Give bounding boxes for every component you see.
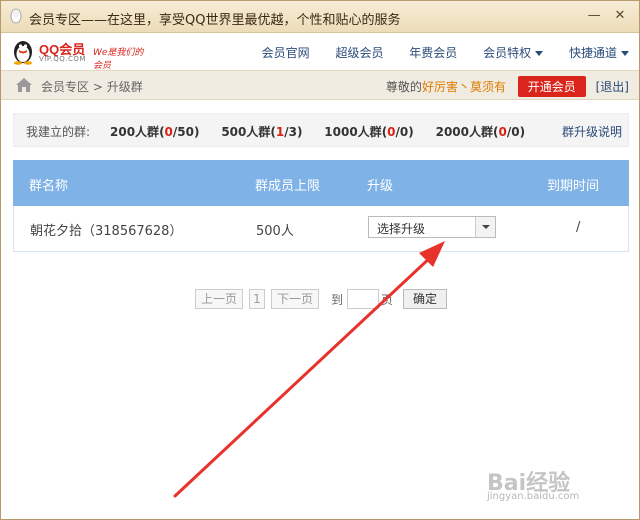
group-quota-1000: 1000人群(0/0) <box>324 125 414 139</box>
group-quota-500: 500人群(1/3) <box>221 125 303 139</box>
breadcrumb-separator: > <box>92 80 103 94</box>
col-header-group-name: 群名称 <box>29 179 69 194</box>
qq-penguin-logo-icon <box>14 41 32 65</box>
home-icon[interactable] <box>15 77 33 93</box>
nav-item-official-site[interactable]: 会员官网 <box>262 44 310 61</box>
summary-label: 我建立的群: <box>26 125 91 139</box>
minimize-button[interactable]: — <box>583 7 605 25</box>
dropdown-button[interactable] <box>475 217 495 237</box>
breadcrumb: 会员专区 > 升级群 <box>41 78 143 95</box>
baidu-jingyan-watermark: Bai经验 jingyan.baidu.com <box>487 461 617 505</box>
brand-slogan: We是我们的会员 <box>93 48 144 71</box>
qq-vip-logo[interactable]: QQ会员 VIP.QQ.COM We是我们的会员 <box>11 36 151 71</box>
qq-penguin-icon <box>10 8 22 24</box>
page-number-current[interactable]: 1 <box>249 289 265 309</box>
member-limit-cell: 500人 <box>256 224 294 239</box>
chevron-down-icon <box>621 51 629 56</box>
breadcrumb-bar: 会员专区 > 升级群 尊敬的好厉害丶莫须有 开通会员 [退出] <box>1 70 639 100</box>
window-controls: — ✕ <box>583 7 631 25</box>
col-header-upgrade: 升级 <box>367 179 394 194</box>
nav-item-super-vip[interactable]: 超级会员 <box>335 44 383 61</box>
open-vip-button[interactable]: 开通会员 <box>517 76 586 97</box>
table-row: 朝花夕拾（318567628） 500人 选择升级 / <box>13 206 629 252</box>
watermark-url: jingyan.baidu.com <box>487 491 580 502</box>
group-quota-2000: 2000人群(0/0) <box>435 125 526 139</box>
upgrade-help-link[interactable]: 群升级说明 <box>562 123 622 140</box>
greeting-prefix: 尊敬的 <box>385 80 422 94</box>
col-header-expire: 到期时间 <box>547 179 600 194</box>
nav-item-shortcuts[interactable]: 快捷通道 <box>569 44 629 61</box>
goto-confirm-button[interactable]: 确定 <box>403 289 447 309</box>
expire-cell: / <box>576 220 581 235</box>
username[interactable]: 好厉害丶莫须有 <box>422 80 506 94</box>
upgrade-select[interactable]: 选择升级 <box>368 216 496 238</box>
group-quota-200: 200人群(0/50) <box>110 125 200 139</box>
group-quota-list: 200人群(0/50) 500人群(1/3) 1000人群(0/0) 2000人… <box>110 123 543 140</box>
nav-item-privileges[interactable]: 会员特权 <box>483 44 544 61</box>
prev-page-button[interactable]: 上一页 <box>195 289 243 309</box>
breadcrumb-root-link[interactable]: 会员专区 <box>41 80 89 94</box>
goto-page-input[interactable] <box>347 289 379 309</box>
logout-link[interactable]: [退出] <box>596 80 629 94</box>
group-name-cell: 朝花夕拾（318567628） <box>30 224 183 239</box>
table-header: 群名称 群成员上限 升级 到期时间 <box>13 160 629 206</box>
user-greeting: 尊敬的好厉害丶莫须有 开通会员 [退出] <box>386 76 629 97</box>
title-bar: 会员专区——在这里，享受QQ世界里最优越，个性和贴心的服务 — ✕ <box>1 1 639 33</box>
created-groups-summary: 我建立的群: 200人群(0/50) 500人群(1/3) 1000人群(0/0… <box>13 113 629 147</box>
close-button[interactable]: ✕ <box>609 7 631 25</box>
window-title: 会员专区——在这里，享受QQ世界里最优越，个性和贴心的服务 <box>29 13 401 28</box>
chevron-down-icon <box>482 225 490 229</box>
goto-label: 到 <box>331 293 344 307</box>
page-suffix-label: 页 <box>381 293 394 307</box>
nav-items: 会员官网 超级会员 年费会员 会员特权 快捷通道 <box>240 44 629 61</box>
nav-item-annual-vip[interactable]: 年费会员 <box>409 44 457 61</box>
next-page-button[interactable]: 下一页 <box>271 289 319 309</box>
main-nav: QQ会员 VIP.QQ.COM We是我们的会员 会员官网 超级会员 年费会员 … <box>1 34 639 71</box>
upgrade-select-value: 选择升级 <box>377 222 426 236</box>
col-header-member-limit: 群成员上限 <box>255 179 321 194</box>
groups-table: 群名称 群成员上限 升级 到期时间 朝花夕拾（318567628） 500人 选… <box>13 160 629 252</box>
brand-url: VIP.QQ.COM <box>39 55 86 63</box>
app-window: 会员专区——在这里，享受QQ世界里最优越，个性和贴心的服务 — ✕ QQ会员 V… <box>0 0 640 520</box>
breadcrumb-current: 升级群 <box>106 80 143 94</box>
chevron-down-icon <box>535 51 544 56</box>
